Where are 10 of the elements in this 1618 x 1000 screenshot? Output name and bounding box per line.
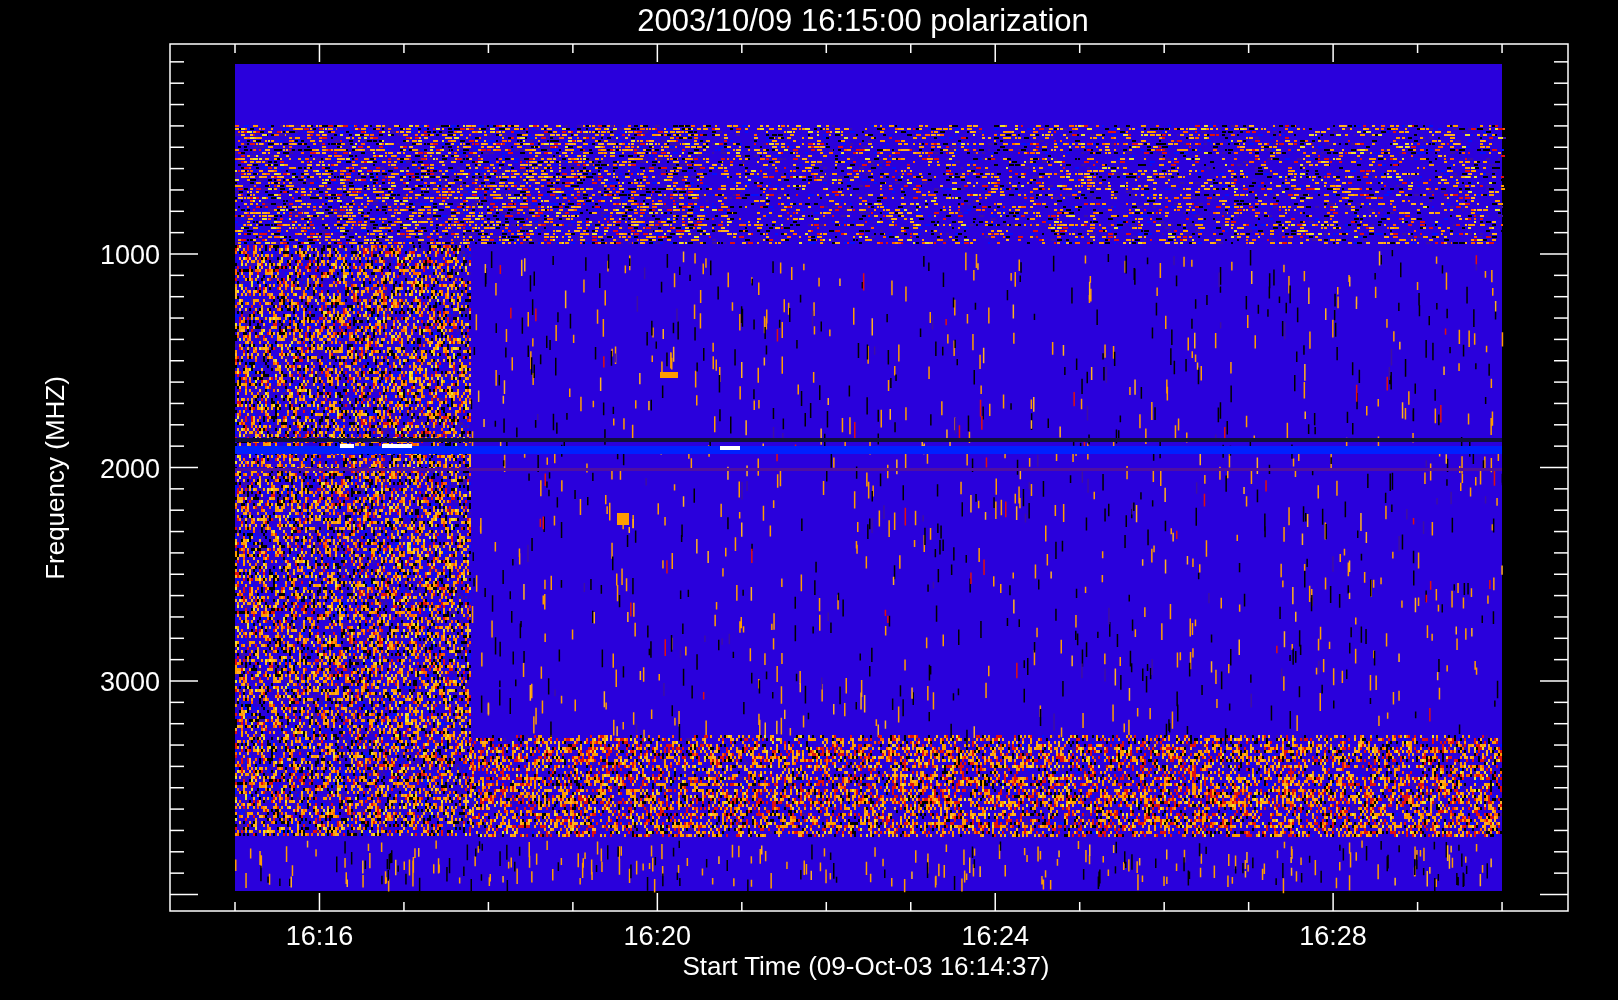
- y-axis-label: Frequency (MHZ): [40, 376, 70, 580]
- x-axis-label: Start Time (09-Oct-03 16:14:37): [682, 951, 1050, 981]
- y-tick-label: 3000: [99, 667, 160, 697]
- x-tick-label: 16:20: [623, 921, 692, 951]
- y-tick-label: 1000: [99, 240, 160, 270]
- x-tick-label: 16:28: [1299, 921, 1367, 951]
- x-tick-label: 16:24: [961, 921, 1029, 951]
- chart-title: 2003/10/09 16:15:00 polarization: [637, 3, 1089, 38]
- x-tick-label: 16:16: [285, 921, 354, 951]
- y-tick-label: 2000: [99, 453, 160, 484]
